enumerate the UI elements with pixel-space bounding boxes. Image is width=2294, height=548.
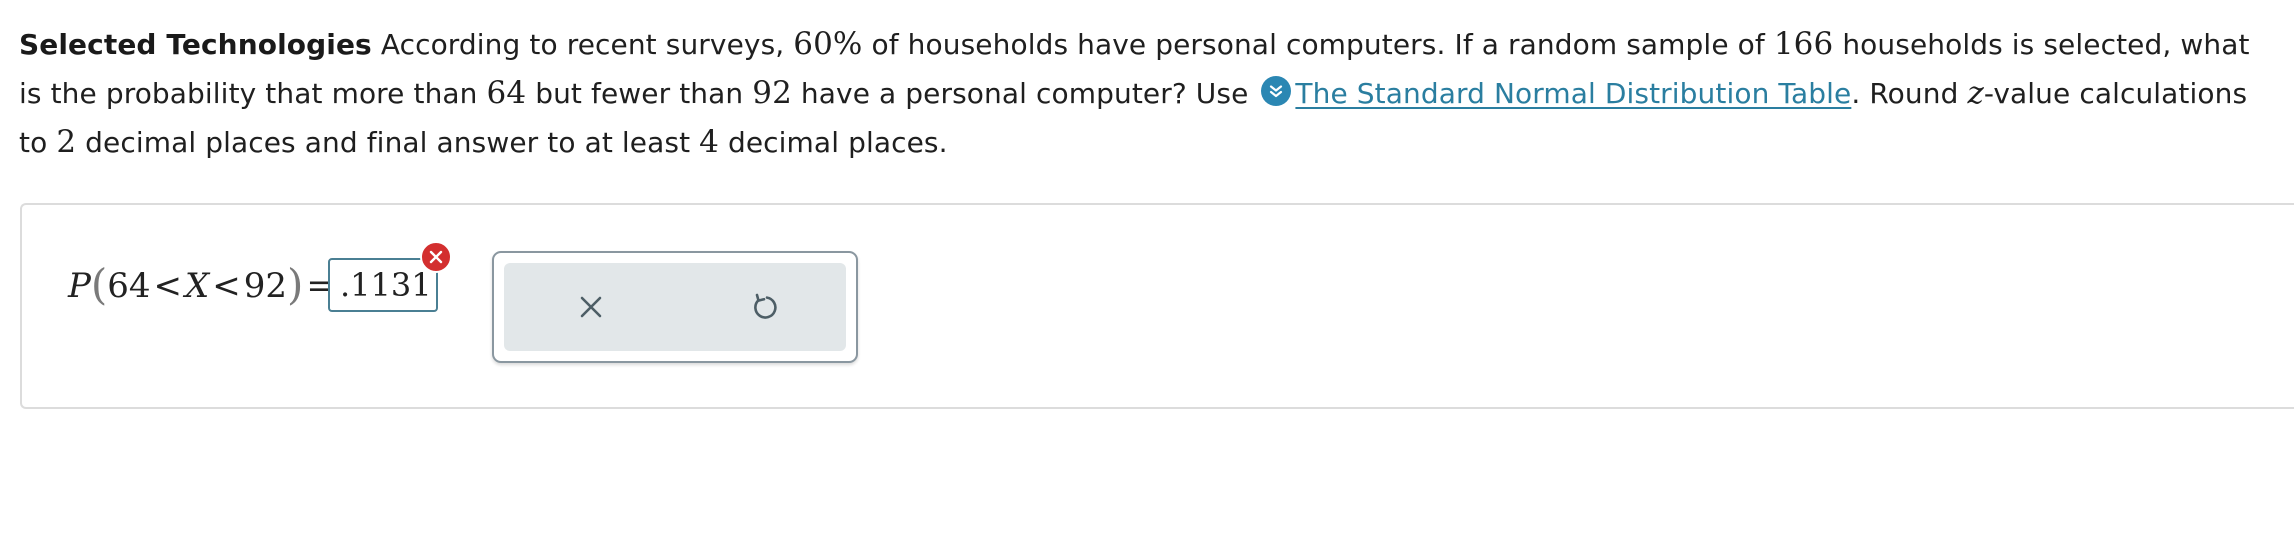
- problem-title: Selected Technologies: [19, 28, 372, 61]
- problem-text: decimal places.: [718, 126, 948, 159]
- standard-normal-table-link[interactable]: The Standard Normal Distribution Table: [1295, 77, 1851, 110]
- undo-button[interactable]: [744, 287, 784, 327]
- expand-chevron-icon[interactable]: [1261, 76, 1292, 106]
- z-decimal-places: 2: [56, 124, 77, 160]
- clear-button[interactable]: [571, 287, 611, 327]
- upper-bound-value: 92: [752, 75, 792, 111]
- probability-expression: P ( 64 < X < 92 ) =: [68, 260, 338, 312]
- answer-tools-panel: [492, 251, 858, 363]
- expr-upper-bound: 92: [243, 266, 288, 306]
- less-than-symbol: <: [212, 266, 241, 306]
- answer-input[interactable]: .1131: [328, 258, 438, 312]
- less-than-symbol: <: [153, 266, 183, 306]
- close-paren: ): [287, 260, 304, 309]
- tools-bar: [504, 263, 846, 351]
- random-variable: X: [185, 266, 210, 306]
- answer-value: .1131: [340, 266, 432, 304]
- problem-text: According to recent surveys,: [371, 28, 794, 61]
- problem-text: of households have personal computers. I…: [862, 28, 1774, 61]
- incorrect-icon: [420, 241, 452, 273]
- probability-symbol: P: [68, 266, 91, 306]
- open-paren: (: [90, 260, 108, 309]
- problem-text: decimal places and final answer to at le…: [76, 126, 700, 159]
- problem-statement: Selected Technologies According to recen…: [19, 20, 2281, 167]
- sample-size-value: 166: [1773, 26, 1834, 62]
- problem-text: . Round: [1851, 77, 1968, 110]
- z-variable: z: [1967, 75, 1984, 111]
- problem-text: but fewer than: [526, 77, 753, 110]
- expr-lower-bound: 64: [107, 266, 151, 306]
- problem-text: have a personal computer? Use: [791, 77, 1258, 110]
- final-decimal-places: 4: [699, 124, 719, 160]
- percent-value: 60%: [793, 26, 863, 62]
- undo-icon: [754, 293, 777, 319]
- lower-bound-value: 64: [486, 75, 527, 111]
- clear-icon: [580, 296, 602, 318]
- answer-panel: P ( 64 < X < 92 ) = .1131: [20, 203, 2294, 409]
